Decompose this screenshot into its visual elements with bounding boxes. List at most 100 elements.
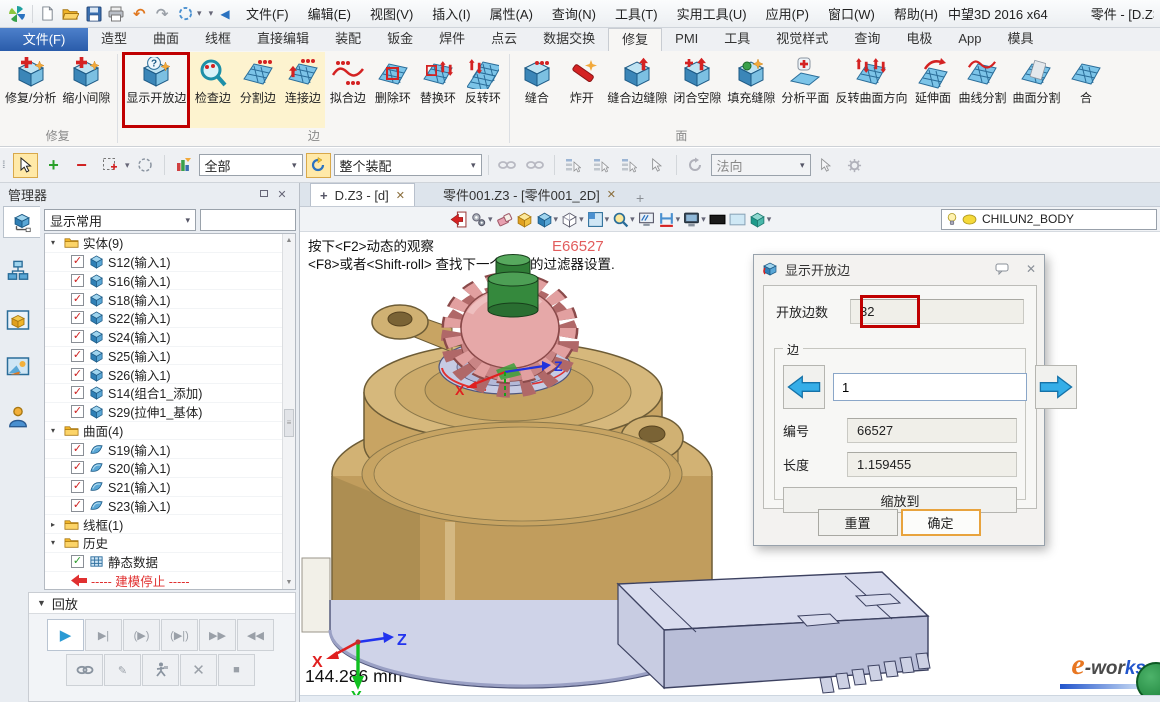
- checkbox-checked[interactable]: ✓: [71, 443, 84, 456]
- checkbox-checked[interactable]: ✓: [71, 274, 84, 287]
- print-icon[interactable]: [105, 2, 127, 26]
- expander-icon[interactable]: ▾: [51, 426, 64, 435]
- play-button[interactable]: ▶: [47, 619, 84, 651]
- lasso-select-icon[interactable]: [133, 153, 158, 178]
- checkbox-checked[interactable]: ✓: [71, 255, 84, 268]
- tree-item[interactable]: ✓S25(输入1): [45, 347, 282, 366]
- checkbox-checked[interactable]: ✓: [71, 311, 84, 324]
- tree-item[interactable]: ✓S21(输入1): [45, 478, 282, 497]
- button-show-open-edges[interactable]: 显示开放边: [122, 52, 190, 128]
- close-panel-icon[interactable]: ✕: [273, 188, 291, 201]
- checkbox-checked[interactable]: ✓: [71, 555, 84, 568]
- next-edge-button[interactable]: [1035, 365, 1077, 409]
- tab-inquire[interactable]: 查询: [841, 28, 893, 51]
- tab-freeform[interactable]: 曲面: [140, 28, 192, 51]
- button-close-gaps[interactable]: 闭合空隙: [670, 52, 724, 128]
- background-dark-icon[interactable]: [709, 214, 726, 225]
- menu-help[interactable]: 帮助(H): [885, 0, 947, 28]
- tree-item[interactable]: ✓S18(输入1): [45, 290, 282, 309]
- select-cursor-icon[interactable]: [13, 153, 38, 178]
- tree-item[interactable]: ✓S29(拉伸1_基体): [45, 403, 282, 422]
- tree-search-input[interactable]: [200, 209, 296, 231]
- tree-item[interactable]: ✓S20(输入1): [45, 459, 282, 478]
- document-tab[interactable]: 零件001.Z3 - [零件001_2D] ✕: [434, 183, 625, 206]
- checkbox-checked[interactable]: ✓: [71, 499, 84, 512]
- new-tab-icon[interactable]: +: [628, 190, 652, 206]
- button-surface-split[interactable]: 曲面分割: [1009, 52, 1063, 128]
- button-analyze-plane[interactable]: 分析平面: [778, 52, 832, 128]
- tab-file[interactable]: 文件(F): [0, 28, 88, 51]
- tree-filter-dropdown[interactable]: 显示常用 ▾: [44, 209, 196, 231]
- tab-visual-manager[interactable]: [3, 304, 33, 336]
- close-tab-icon[interactable]: ✕: [396, 189, 405, 202]
- previous-edge-button[interactable]: [783, 365, 825, 409]
- chevron-down-icon[interactable]: ▾: [630, 214, 635, 225]
- menu-tools[interactable]: 工具(T): [606, 0, 667, 28]
- button-delete-loop[interactable]: 删除环: [370, 52, 415, 128]
- menu-file[interactable]: 文件(F): [237, 0, 298, 28]
- button-reverse-loop[interactable]: 反转环: [460, 52, 505, 128]
- tree-item[interactable]: ✓S19(输入1): [45, 440, 282, 459]
- dialog-title-bar[interactable]: 显示开放边 ✕: [754, 255, 1044, 283]
- material-cube-icon[interactable]: ▾: [749, 211, 772, 228]
- tree-item-history-stop[interactable]: ----- 建模停止 -----: [45, 572, 282, 591]
- tree-item[interactable]: ✓S22(输入1): [45, 309, 282, 328]
- tab-heal[interactable]: 修复: [608, 28, 662, 51]
- reset-button[interactable]: 重置: [818, 509, 898, 536]
- tab-mold[interactable]: 模具: [994, 28, 1046, 51]
- dropdown-icon[interactable]: ▾: [197, 8, 202, 19]
- zoom-icon[interactable]: ▾: [612, 211, 635, 228]
- dropdown-icon[interactable]: ▾: [125, 160, 130, 171]
- marquee-select-icon[interactable]: [97, 153, 122, 178]
- show-open-edges-dialog[interactable]: 显示开放边 ✕ 开放边数 32 边 编号 66527 长度 1.159: [753, 254, 1045, 546]
- chevron-down-icon[interactable]: ▾: [767, 214, 772, 225]
- tab-direct-edit[interactable]: 直接编辑: [244, 28, 322, 51]
- open-file-icon[interactable]: [60, 2, 82, 26]
- chevron-down-icon[interactable]: ▾: [676, 214, 681, 225]
- menu-attributes[interactable]: 属性(A): [481, 0, 542, 28]
- button-split-edges[interactable]: 分割边: [235, 52, 280, 128]
- menu-applications[interactable]: 应用(P): [757, 0, 818, 28]
- tree-item[interactable]: ✓S14(组合1_添加): [45, 384, 282, 403]
- collapse-icon[interactable]: ▼: [37, 598, 46, 608]
- tree-group-wireframe[interactable]: ▸ 线框(1): [45, 515, 282, 534]
- tab-pmi[interactable]: PMI: [662, 28, 711, 51]
- step-run-button[interactable]: [142, 654, 179, 686]
- toolbar-options-icon[interactable]: ▾: [209, 8, 214, 19]
- tree-item-static-data[interactable]: ✓静态数据: [45, 553, 282, 572]
- align-icon[interactable]: ▾: [658, 211, 681, 228]
- expander-icon[interactable]: ▸: [51, 520, 64, 529]
- tab-visualize[interactable]: 视觉样式: [763, 28, 841, 51]
- button-sew[interactable]: 缝合: [514, 52, 559, 128]
- settings-gears-icon[interactable]: ▾: [470, 211, 493, 228]
- redo-icon[interactable]: ↷: [151, 2, 173, 26]
- menu-insert[interactable]: 插入(I): [423, 0, 479, 28]
- scrollbar-thumb[interactable]: ≡: [284, 409, 294, 437]
- tree-item[interactable]: ✓S26(输入1): [45, 365, 282, 384]
- tab-sheet-metal[interactable]: 钣金: [374, 28, 426, 51]
- menu-edit[interactable]: 编辑(E): [299, 0, 360, 28]
- button-heal-analyze[interactable]: 修复/分析: [2, 52, 59, 128]
- ok-button[interactable]: 确定: [901, 509, 981, 536]
- button-replace-loop[interactable]: 替换环: [415, 52, 460, 128]
- chevron-down-icon[interactable]: ▾: [701, 214, 706, 225]
- tab-role-manager[interactable]: [3, 401, 33, 433]
- tree-group-surfaces[interactable]: ▾ 曲面(4): [45, 422, 282, 441]
- display-mode-icon[interactable]: ▾: [683, 211, 706, 228]
- tab-weldment[interactable]: 焊件: [426, 28, 478, 51]
- tree-item[interactable]: ✓S16(输入1): [45, 272, 282, 291]
- menu-window[interactable]: 窗口(W): [819, 0, 884, 28]
- view-pane-icon[interactable]: ▾: [587, 211, 610, 228]
- link-button[interactable]: [66, 654, 103, 686]
- filter-dropdown[interactable]: 全部 ▾: [199, 154, 303, 176]
- tree-item[interactable]: ✓S24(输入1): [45, 328, 282, 347]
- checkbox-checked[interactable]: ✓: [71, 293, 84, 306]
- tab-history-manager[interactable]: [3, 206, 40, 238]
- tab-electrode[interactable]: 电极: [893, 28, 945, 51]
- close-tab-icon[interactable]: ✕: [607, 188, 616, 201]
- checkbox-checked[interactable]: ✓: [71, 480, 84, 493]
- scroll-down-icon[interactable]: ▼: [283, 576, 295, 589]
- edge-index-input[interactable]: [833, 373, 1027, 401]
- shaded-view-icon[interactable]: ▾: [536, 211, 559, 228]
- chevron-down-icon[interactable]: ▾: [605, 214, 610, 225]
